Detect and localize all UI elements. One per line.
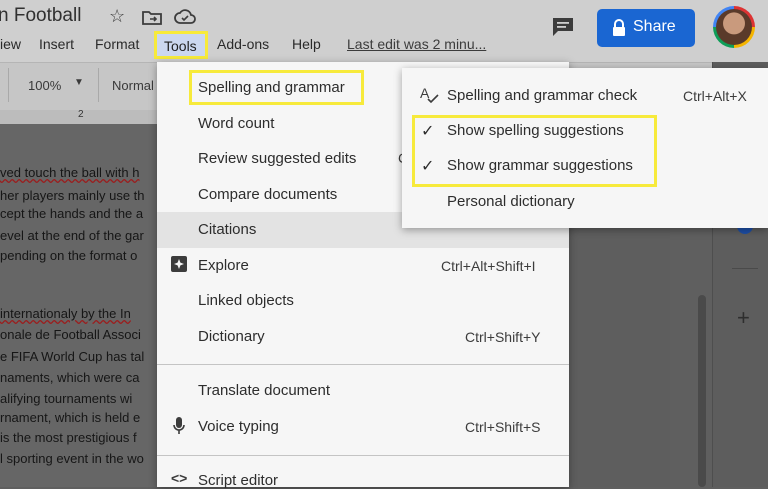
voice-typing-shortcut: Ctrl+Shift+S — [465, 419, 541, 435]
scrollbar[interactable] — [698, 295, 706, 487]
doc-line: internationaly by the In — [0, 306, 131, 321]
checkmark-icon: ✓ — [421, 123, 435, 140]
code-icon: <> — [171, 470, 188, 486]
lock-icon — [613, 19, 625, 36]
script-editor-item[interactable]: Script editor — [198, 472, 278, 489]
spelling-grammar-check-item[interactable]: Spelling and grammar check — [447, 87, 637, 104]
doc-line: her players mainly use th — [0, 188, 145, 203]
side-panel-divider — [732, 268, 758, 269]
menu-separator — [157, 455, 569, 456]
explore-shortcut: Ctrl+Alt+Shift+I — [441, 258, 536, 274]
dictionary-item[interactable]: Dictionary — [198, 328, 265, 345]
document-title[interactable]: n Football — [0, 5, 81, 27]
menu-tools-label: Tools — [164, 38, 197, 54]
show-spelling-suggestions-item[interactable]: Show spelling suggestions — [447, 122, 624, 139]
doc-line: onale de Football Associ — [0, 327, 141, 342]
spelling-grammar-label: Spelling and grammar — [198, 79, 345, 96]
chevron-down-icon[interactable]: ▼ — [74, 77, 84, 88]
toolbar-divider — [8, 68, 9, 102]
comment-history-icon[interactable] — [552, 17, 574, 37]
menu-view[interactable]: iew — [0, 36, 21, 52]
share-button[interactable]: Share — [597, 9, 695, 47]
move-folder-icon[interactable] — [142, 9, 162, 25]
doc-line: e FIFA World Cup has tal — [0, 349, 145, 364]
menu-addons[interactable]: Add-ons — [217, 36, 269, 52]
menu-help[interactable]: Help — [292, 36, 321, 52]
citations-item[interactable]: Citations — [198, 221, 256, 238]
zoom-select[interactable]: 100% — [28, 78, 61, 93]
doc-line: alifying tournaments wi — [0, 391, 133, 406]
microphone-icon — [173, 417, 185, 434]
menu-tools[interactable]: Tools — [154, 31, 208, 59]
share-label: Share — [633, 18, 676, 35]
spelling-check-shortcut: Ctrl+Alt+X — [683, 88, 747, 104]
spellcheck-icon: A — [420, 86, 439, 104]
doc-line: naments, which were ca — [0, 370, 140, 385]
explore-item[interactable]: Explore — [198, 257, 249, 274]
dictionary-shortcut: Ctrl+Shift+Y — [465, 329, 541, 345]
style-select[interactable]: Normal — [112, 78, 154, 93]
menu-format[interactable]: Format — [95, 36, 139, 52]
doc-line: pending on the format o — [0, 248, 138, 263]
toolbar-divider — [98, 68, 99, 102]
personal-dictionary-item[interactable]: Personal dictionary — [447, 193, 575, 210]
word-count-item[interactable]: Word count — [198, 115, 274, 132]
show-grammar-suggestions-item[interactable]: Show grammar suggestions — [447, 157, 633, 174]
review-edits-item[interactable]: Review suggested edits — [198, 150, 356, 167]
voice-typing-item[interactable]: Voice typing — [198, 418, 279, 435]
doc-line: cept the hands and the a — [0, 206, 144, 221]
doc-line: evel at the end of the gar — [0, 228, 144, 243]
add-addon-icon[interactable]: + — [737, 305, 750, 331]
last-edit-link[interactable]: Last edit was 2 minu... — [347, 36, 486, 52]
explore-icon — [171, 256, 187, 272]
linked-objects-item[interactable]: Linked objects — [198, 292, 294, 309]
doc-line: is the most prestigious f — [0, 430, 137, 445]
account-avatar[interactable] — [713, 6, 755, 48]
translate-document-item[interactable]: Translate document — [198, 382, 330, 399]
doc-line: l sporting event in the wo — [0, 451, 144, 466]
star-icon[interactable]: ☆ — [109, 6, 125, 27]
doc-line: rnament, which is held e — [0, 410, 141, 425]
compare-documents-item[interactable]: Compare documents — [198, 186, 337, 203]
cloud-saved-icon[interactable] — [174, 9, 196, 25]
ruler-mark: 2 — [78, 109, 84, 120]
doc-line: ved touch the ball with h — [0, 165, 140, 180]
checkmark-icon: ✓ — [421, 158, 435, 175]
menu-separator — [157, 364, 569, 365]
menu-insert[interactable]: Insert — [39, 36, 74, 52]
